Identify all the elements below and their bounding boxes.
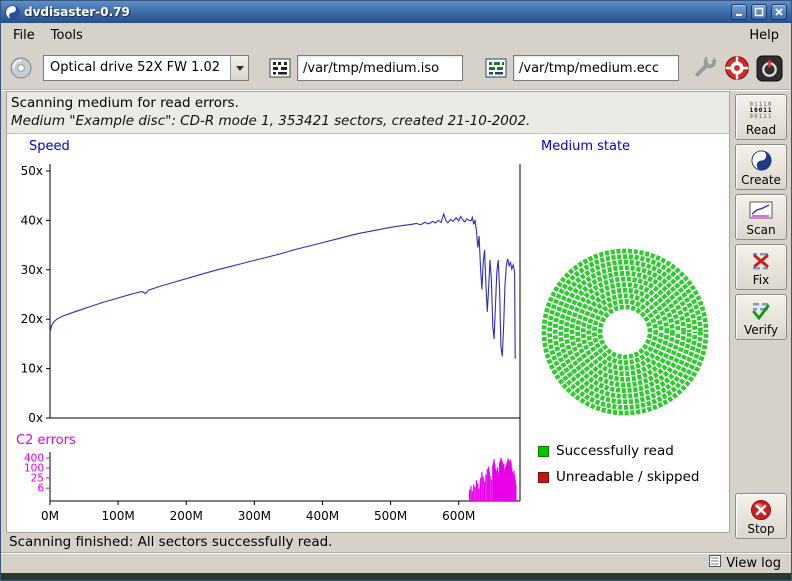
svg-text:100M: 100M <box>101 509 134 523</box>
drive-cd-icon <box>9 56 33 80</box>
toolbar: Optical drive 52X FW 1.02 <box>1 47 791 90</box>
app-logo-icon <box>5 5 20 20</box>
ecc-path-input[interactable] <box>513 55 679 81</box>
app-window: dvdisaster-0.79 File Tools Help Optical … <box>0 0 792 581</box>
verify-button-label: Verify <box>744 324 778 336</box>
medium-state-disc <box>535 242 715 422</box>
stop-icon <box>750 498 772 522</box>
c2-errors-axis-title: C2 errors <box>16 433 76 448</box>
legend-swatch-unreadable-icon <box>538 472 549 483</box>
svg-text:300M: 300M <box>238 509 271 523</box>
svg-text:0x: 0x <box>28 411 43 425</box>
legend-item-success: Successfully read <box>538 443 699 459</box>
window-bottom-edge <box>1 573 791 581</box>
fix-button[interactable]: Fix <box>735 244 787 290</box>
view-log-button[interactable]: View log <box>705 554 785 572</box>
status-line-2: Medium "Example disc": CD-R mode 1, 3534… <box>11 113 530 129</box>
medium-state-legend: Successfully read Unreadable / skipped <box>538 443 699 485</box>
quit-power-button[interactable] <box>756 55 783 82</box>
create-button[interactable]: Create <box>735 144 787 190</box>
fix-button-label: Fix <box>753 274 769 286</box>
maximize-button[interactable] <box>751 4 767 20</box>
scan-result-status: Scanning finished: All sectors successfu… <box>9 534 332 550</box>
speed-axis-title: Speed <box>29 139 70 154</box>
legend-label-unreadable: Unreadable / skipped <box>556 469 699 485</box>
svg-text:30x: 30x <box>21 263 43 277</box>
drive-select[interactable]: Optical drive 52X FW 1.02 <box>43 55 249 81</box>
legend-label-success: Successfully read <box>556 443 674 459</box>
drive-select-value: Optical drive 52X FW 1.02 <box>44 56 230 80</box>
read-binary-icon: 01110 10011 00111 <box>749 99 772 123</box>
dvdisaster-lifering-icon[interactable] <box>724 55 750 81</box>
yin-yang-icon <box>751 149 772 173</box>
create-button-label: Create <box>741 174 781 186</box>
minimize-button[interactable] <box>731 4 747 20</box>
preferences-wrench-icon[interactable] <box>692 55 718 81</box>
legend-swatch-success-icon <box>538 446 549 457</box>
statusbar: View log <box>1 552 791 573</box>
chevron-down-icon[interactable] <box>230 56 248 80</box>
svg-text:50x: 50x <box>21 164 43 178</box>
read-button[interactable]: 01110 10011 00111 Read <box>735 94 787 140</box>
menu-help[interactable]: Help <box>741 25 787 46</box>
svg-text:0M: 0M <box>41 509 59 523</box>
svg-text:40x: 40x <box>21 213 43 227</box>
scan-chart-icon <box>749 199 773 223</box>
svg-text:6: 6 <box>37 483 44 495</box>
fix-tools-icon <box>750 249 772 273</box>
svg-text:10x: 10x <box>21 362 43 376</box>
status-line-1: Scanning medium for read errors. <box>11 95 239 111</box>
svg-text:600M: 600M <box>442 509 475 523</box>
legend-item-unreadable: Unreadable / skipped <box>538 469 699 485</box>
svg-text:500M: 500M <box>374 509 407 523</box>
iso-path-input[interactable] <box>297 55 463 81</box>
stop-button-label: Stop <box>747 523 774 535</box>
svg-text:20x: 20x <box>21 312 43 326</box>
scan-button-label: Scan <box>746 224 775 236</box>
ecc-file-icon <box>485 57 507 79</box>
verify-check-icon <box>750 299 772 323</box>
read-button-label: Read <box>746 124 776 136</box>
verify-button[interactable]: Verify <box>735 294 787 340</box>
close-button[interactable] <box>771 4 787 20</box>
view-log-label: View log <box>726 556 781 571</box>
menu-file[interactable]: File <box>5 25 43 46</box>
svg-text:400M: 400M <box>306 509 339 523</box>
status-strip: Scanning medium for read errors. Medium … <box>7 92 729 134</box>
iso-file-icon <box>269 57 291 79</box>
svg-text:200M: 200M <box>170 509 203 523</box>
menu-tools[interactable]: Tools <box>43 25 91 46</box>
main-panel: Scanning medium for read errors. Medium … <box>6 91 730 533</box>
menubar: File Tools Help <box>1 23 791 47</box>
window-title: dvdisaster-0.79 <box>24 5 727 19</box>
scan-button[interactable]: Scan <box>735 194 787 240</box>
titlebar[interactable]: dvdisaster-0.79 <box>1 1 791 23</box>
stop-button[interactable]: Stop <box>735 493 787 539</box>
medium-state-title: Medium state <box>541 139 630 154</box>
log-list-icon <box>709 555 721 571</box>
